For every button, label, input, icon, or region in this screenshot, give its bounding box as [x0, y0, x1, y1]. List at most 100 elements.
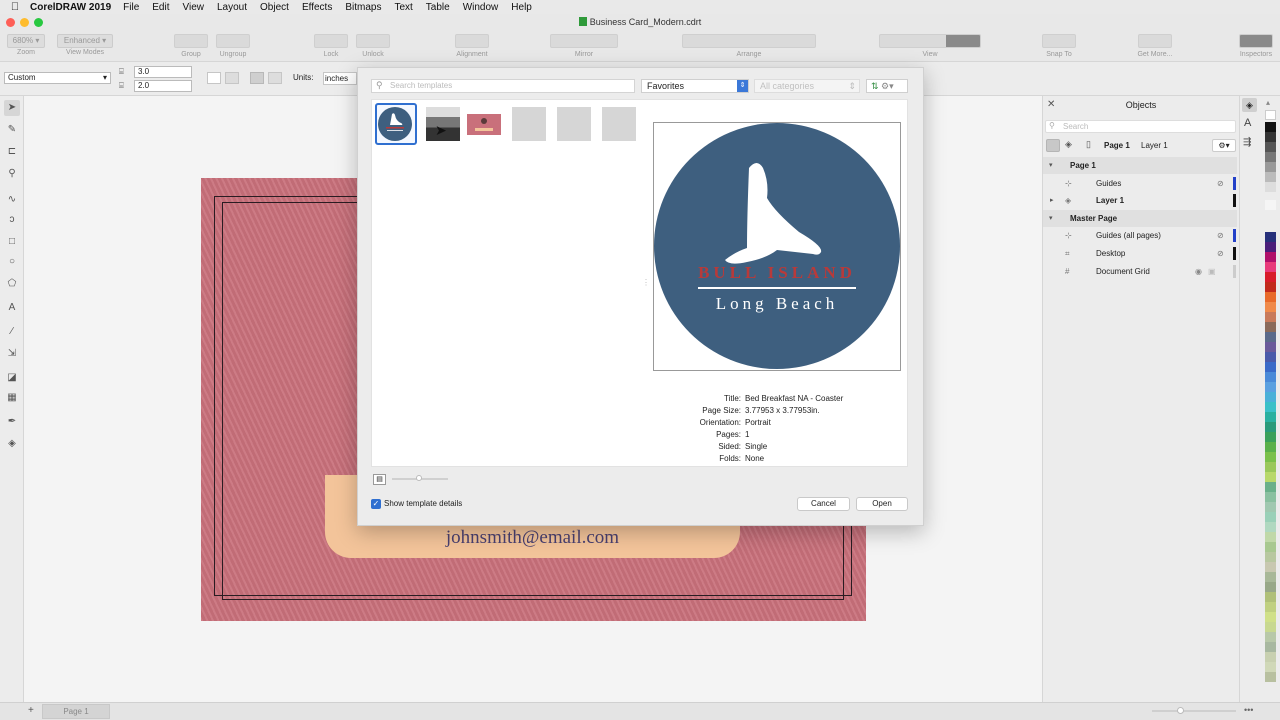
color-swatch[interactable] [1265, 252, 1276, 262]
color-swatch[interactable] [1265, 492, 1276, 502]
inspectors-button[interactable] [1239, 34, 1273, 48]
snap-to-button[interactable] [1042, 34, 1076, 48]
transparency-tool-icon[interactable]: ▦ [4, 390, 20, 406]
color-swatch[interactable] [1265, 152, 1276, 162]
thumbnail-size-icon[interactable]: ▤ [373, 474, 386, 485]
tree-row-page1[interactable]: ▾ Page 1 [1043, 157, 1237, 174]
text-inspector-icon[interactable]: A [1244, 117, 1251, 129]
color-swatch[interactable] [1265, 612, 1276, 622]
tree-row-guides-all[interactable]: ⊹ Guides (all pages) ⊘ [1043, 227, 1237, 244]
splitter-handle[interactable]: ⋮ [642, 278, 650, 287]
color-swatch[interactable] [1265, 652, 1276, 662]
show-details-checkbox[interactable]: ✓ [371, 499, 381, 509]
template-thumbnail-business-card[interactable] [467, 114, 501, 135]
zoom-dropdown[interactable]: 680% ▾ [7, 34, 45, 48]
search-templates-input[interactable]: Search templates [371, 79, 635, 93]
color-swatch[interactable] [1265, 182, 1276, 192]
color-swatch[interactable] [1265, 462, 1276, 472]
artistic-media-icon[interactable]: ↄ [4, 212, 20, 228]
color-swatch[interactable] [1265, 172, 1276, 182]
tree-row-master-page[interactable]: ▾ Master Page [1043, 210, 1237, 227]
color-swatch[interactable] [1265, 132, 1276, 142]
page-width-field[interactable]: 3.0 [134, 66, 192, 78]
portrait-button[interactable] [207, 72, 221, 84]
units-dropdown[interactable]: inches [323, 72, 357, 85]
fill-tool-icon[interactable]: ◈ [4, 436, 20, 452]
color-swatch[interactable] [1265, 392, 1276, 402]
color-swatch[interactable] [1265, 122, 1276, 132]
color-swatch[interactable] [1265, 272, 1276, 282]
color-swatch[interactable] [1265, 402, 1276, 412]
objects-inspector-icon[interactable]: ◈ [1242, 98, 1257, 112]
lock-icon[interactable]: ▣ [1208, 263, 1216, 280]
objects-view-icon[interactable]: ▯ [1086, 139, 1091, 150]
menu-text[interactable]: Text [394, 2, 412, 13]
rectangle-tool-icon[interactable]: □ [4, 234, 20, 250]
menu-layout[interactable]: Layout [217, 2, 247, 13]
color-swatch[interactable] [1265, 672, 1276, 682]
apple-icon[interactable]:  [0, 1, 30, 13]
ungroup-button[interactable] [216, 34, 250, 48]
alignment-button[interactable] [455, 34, 489, 48]
color-swatch[interactable] [1265, 522, 1276, 532]
palette-menu-icon[interactable]: ▴ [1266, 98, 1270, 107]
color-swatch[interactable] [1265, 432, 1276, 442]
color-swatch[interactable] [1265, 572, 1276, 582]
menu-window[interactable]: Window [463, 2, 499, 13]
eyedropper-tool-icon[interactable]: ✒ [4, 414, 20, 430]
slider-knob[interactable] [416, 475, 422, 481]
color-swatch[interactable] [1265, 602, 1276, 612]
print-disabled-icon[interactable]: ⊘ [1217, 227, 1224, 244]
color-swatch[interactable] [1265, 312, 1276, 322]
menu-file[interactable]: File [123, 2, 139, 13]
color-swatch[interactable] [1265, 452, 1276, 462]
objects-search-input[interactable]: Search [1045, 120, 1236, 133]
mirror-buttons[interactable] [550, 34, 618, 48]
color-swatch[interactable] [1265, 512, 1276, 522]
tree-row-document-grid[interactable]: # Document Grid ◉ ▣ [1043, 263, 1237, 280]
current-page-button[interactable] [268, 72, 282, 84]
color-swatch[interactable] [1265, 282, 1276, 292]
color-swatch[interactable] [1265, 412, 1276, 422]
shape-tool-icon[interactable]: ✎ [4, 122, 20, 138]
color-swatch[interactable] [1265, 632, 1276, 642]
page-tab[interactable]: Page 1 [42, 704, 110, 719]
print-disabled-icon[interactable]: ⊘ [1217, 175, 1224, 192]
template-thumbnail-blank-1[interactable] [512, 107, 546, 141]
template-thumbnail-blank-2[interactable] [557, 107, 591, 141]
color-swatch[interactable] [1265, 562, 1276, 572]
text-tool-icon[interactable]: A [4, 300, 20, 316]
crop-tool-icon[interactable]: ⊏ [4, 144, 20, 160]
get-more-button[interactable] [1138, 34, 1172, 48]
color-swatch[interactable] [1265, 162, 1276, 172]
menu-table[interactable]: Table [426, 2, 450, 13]
color-swatch[interactable] [1265, 242, 1276, 252]
connector-tool-icon[interactable]: ∕ [4, 324, 20, 340]
blend-tool-icon[interactable]: ⇲ [4, 346, 20, 362]
color-swatch[interactable] [1265, 622, 1276, 632]
category-select[interactable]: All categories ⇕ [754, 79, 860, 93]
color-swatch[interactable] [1265, 322, 1276, 332]
template-thumbnail-blank-3[interactable] [602, 107, 636, 141]
collapse-arrow-icon[interactable]: ▾ [1049, 157, 1053, 174]
expand-arrow-icon[interactable]: ▸ [1050, 192, 1054, 209]
layers-view-icon[interactable]: ◈ [1065, 139, 1072, 150]
add-page-icon[interactable]: + [28, 705, 34, 716]
color-swatch[interactable] [1265, 472, 1276, 482]
group-button[interactable] [174, 34, 208, 48]
arrange-buttons[interactable] [682, 34, 816, 48]
view-mode-dropdown[interactable]: Enhanced ▾ [57, 34, 113, 48]
menu-bitmaps[interactable]: Bitmaps [345, 2, 381, 13]
color-swatch[interactable] [1265, 362, 1276, 372]
view-buttons[interactable] [879, 34, 981, 48]
menu-edit[interactable]: Edit [152, 2, 169, 13]
color-swatch[interactable] [1265, 232, 1276, 242]
pick-tool-icon[interactable]: ➤ [4, 100, 20, 116]
page-view-button[interactable] [1046, 139, 1060, 152]
color-swatch[interactable] [1265, 642, 1276, 652]
more-options-icon[interactable]: ••• [1244, 705, 1253, 715]
shadow-tool-icon[interactable]: ◪ [4, 370, 20, 386]
color-swatch[interactable] [1265, 382, 1276, 392]
page-preset-dropdown[interactable]: Custom ▾ [4, 72, 111, 84]
landscape-button[interactable] [225, 72, 239, 84]
